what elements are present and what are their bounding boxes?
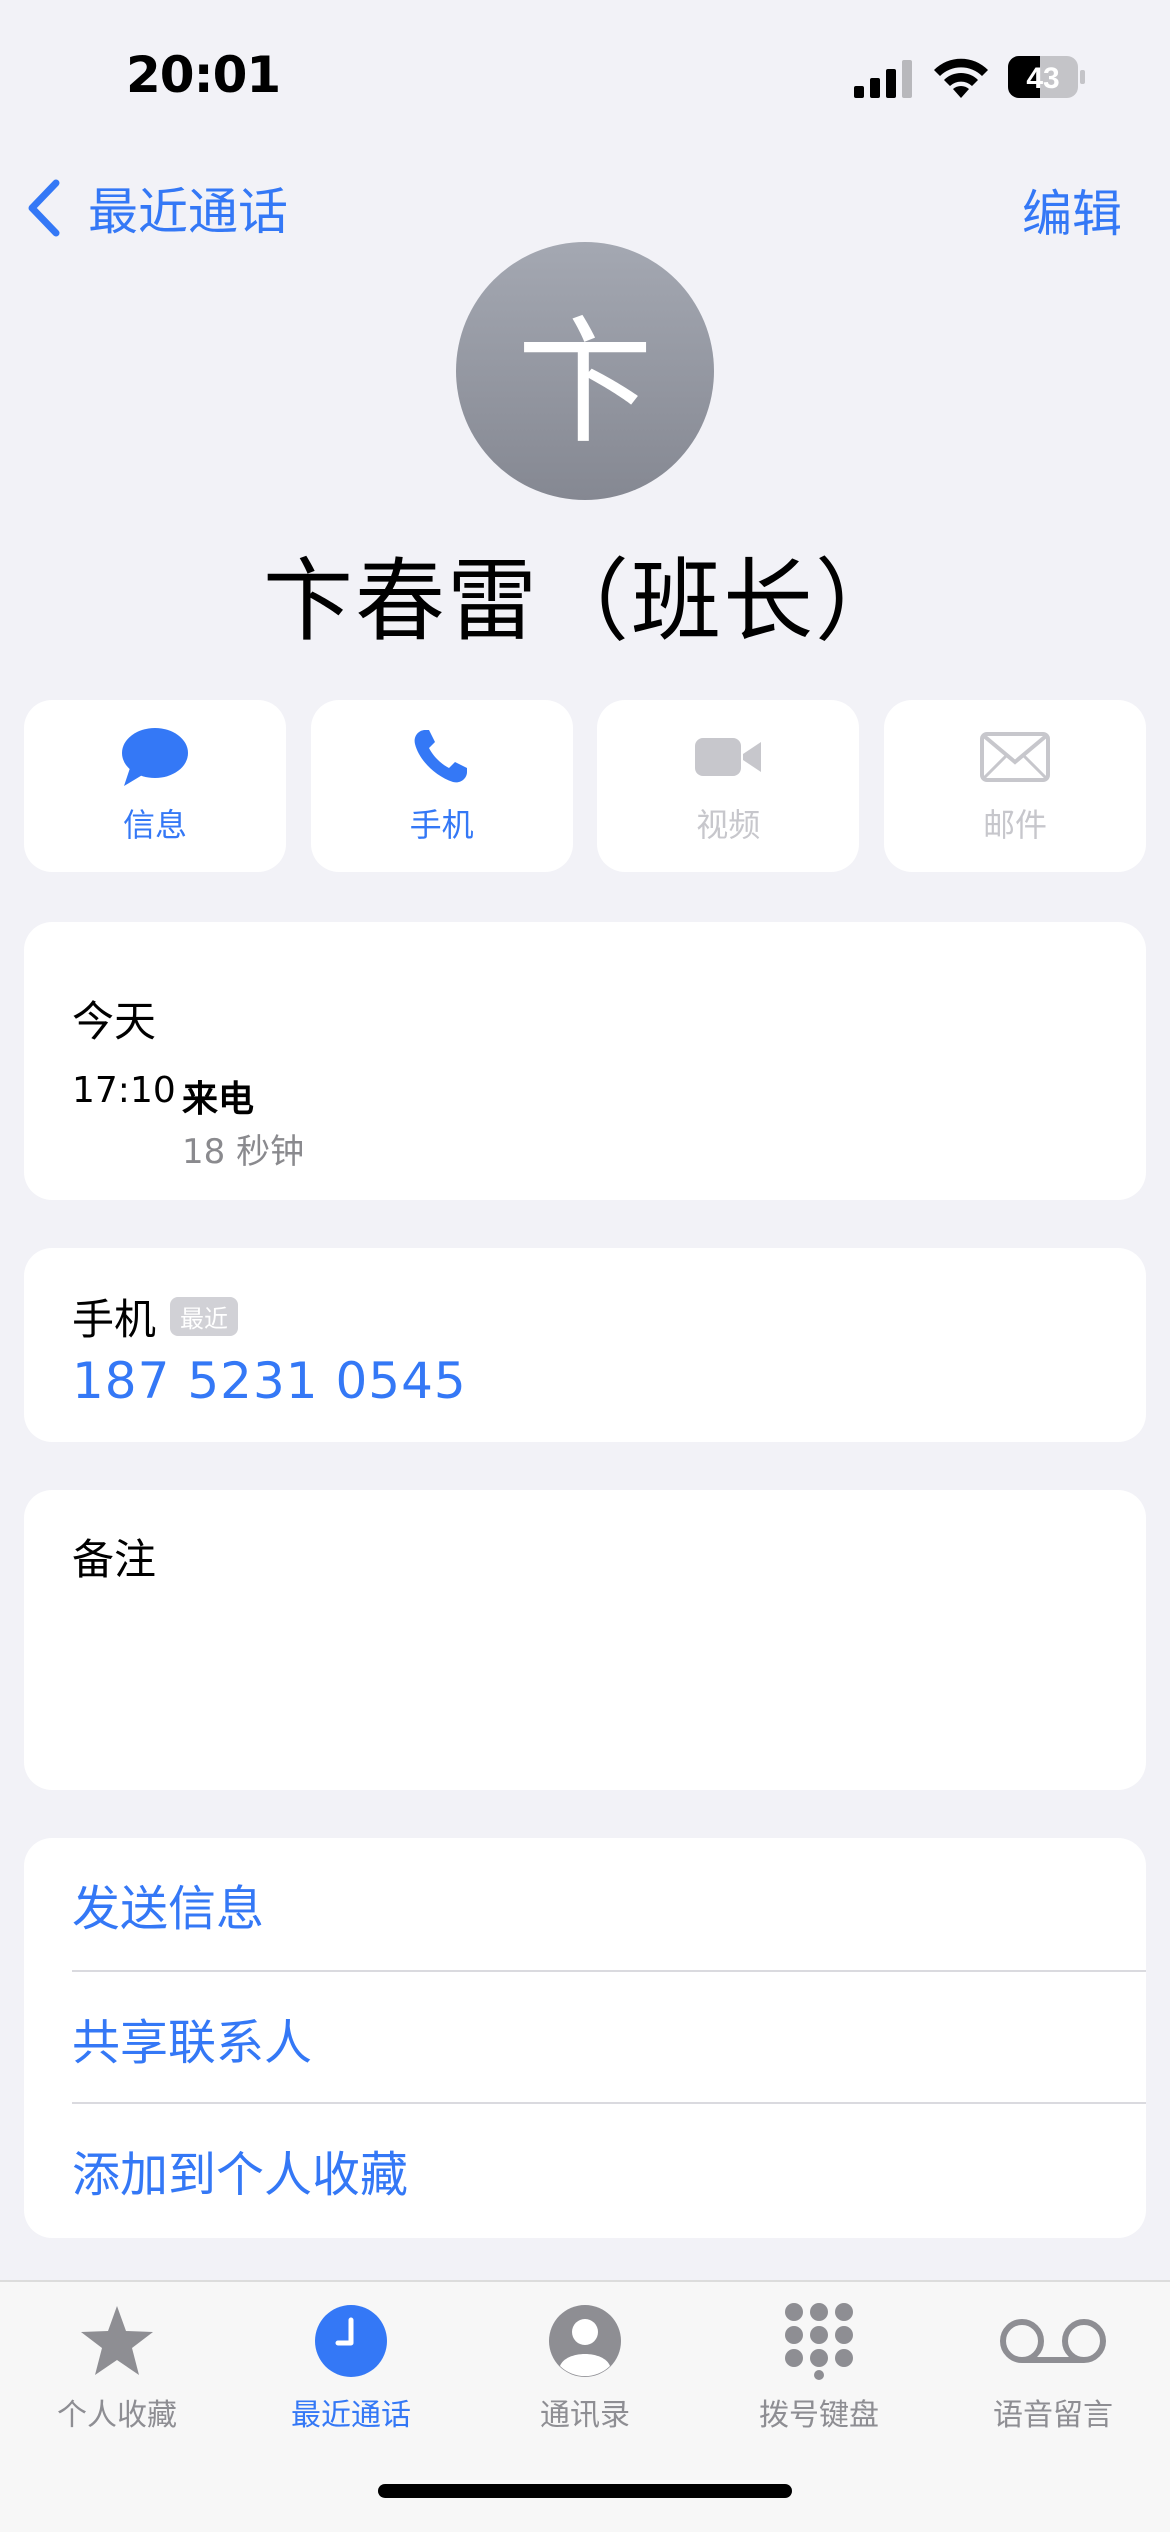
- avatar[interactable]: 卞: [456, 242, 714, 500]
- tab-contacts[interactable]: 通讯录: [468, 2302, 702, 2434]
- recent-calls-card: 今天 17:10 来电 18 秒钟: [24, 922, 1146, 1200]
- message-icon: [122, 728, 188, 786]
- status-time: 20:01: [126, 46, 281, 104]
- mail-action-button[interactable]: 邮件: [883, 700, 1146, 872]
- voicemail-icon: [1000, 2319, 1106, 2363]
- home-indicator[interactable]: [378, 2484, 792, 2498]
- mail-icon: [979, 732, 1050, 782]
- back-button[interactable]: 最近通话: [24, 170, 288, 246]
- tab-voicemail-label: 语音留言: [993, 2398, 1113, 2433]
- chevron-left-icon: [28, 179, 60, 237]
- person-icon: [549, 2305, 621, 2377]
- send-message-link[interactable]: 发送信息: [72, 1838, 1146, 1970]
- contact-actions-list: 发送信息 共享联系人 添加到个人收藏: [24, 1838, 1146, 2238]
- add-to-favorites-link[interactable]: 添加到个人收藏: [72, 2104, 1146, 2236]
- tab-keypad-label: 拨号键盘: [759, 2398, 879, 2433]
- call-duration: 18 秒钟: [182, 1132, 305, 1172]
- mail-action-label: 邮件: [982, 806, 1047, 844]
- tab-recents[interactable]: 最近通话: [234, 2302, 468, 2434]
- phone-icon: [414, 730, 467, 783]
- phone-number[interactable]: 187 5231 0545: [72, 1352, 467, 1410]
- recent-badge: 最近: [170, 1297, 239, 1336]
- back-button-label: 最近通话: [88, 183, 288, 241]
- quick-actions: 信息 手机 视频 邮件: [24, 700, 1146, 872]
- battery-level: 43: [1026, 62, 1059, 95]
- avatar-initial: 卞: [517, 304, 653, 463]
- phone-number-card[interactable]: 手机 最近 187 5231 0545: [24, 1248, 1146, 1442]
- star-icon: [81, 2306, 153, 2375]
- notes-card[interactable]: 备注: [24, 1490, 1146, 1790]
- tab-favorites-label: 个人收藏: [57, 2398, 177, 2433]
- edit-button[interactable]: 编辑: [1022, 174, 1122, 246]
- recent-calls-day: 今天: [72, 997, 157, 1046]
- wifi-icon: [934, 58, 988, 98]
- video-action-button[interactable]: 视频: [597, 700, 860, 872]
- tab-voicemail[interactable]: 语音留言: [936, 2302, 1170, 2434]
- share-contact-link[interactable]: 共享联系人: [72, 1972, 1146, 2104]
- phone-label: 手机: [72, 1295, 157, 1344]
- message-action-label: 信息: [122, 806, 187, 844]
- call-time: 17:10: [72, 1070, 176, 1111]
- phone-action-label: 手机: [409, 806, 474, 844]
- tab-favorites[interactable]: 个人收藏: [0, 2302, 234, 2434]
- phone-action-button[interactable]: 手机: [310, 700, 573, 872]
- tab-contacts-label: 通讯录: [540, 2398, 630, 2433]
- video-icon: [695, 738, 762, 776]
- tab-recents-label: 最近通话: [291, 2398, 411, 2433]
- phone-label-row: 手机 最近: [72, 1286, 239, 1347]
- battery-icon: 43: [1008, 56, 1085, 98]
- message-action-button[interactable]: 信息: [24, 700, 286, 872]
- video-action-label: 视频: [696, 806, 761, 844]
- contact-name: 卞春雷（班长）: [263, 549, 907, 654]
- tab-keypad[interactable]: 拨号键盘: [702, 2302, 936, 2434]
- notes-label: 备注: [72, 1535, 157, 1584]
- call-type: 来电: [182, 1079, 255, 1120]
- cellular-signal-icon: [854, 60, 912, 98]
- clock-icon: [315, 2305, 387, 2377]
- keypad-icon: [785, 2303, 853, 2380]
